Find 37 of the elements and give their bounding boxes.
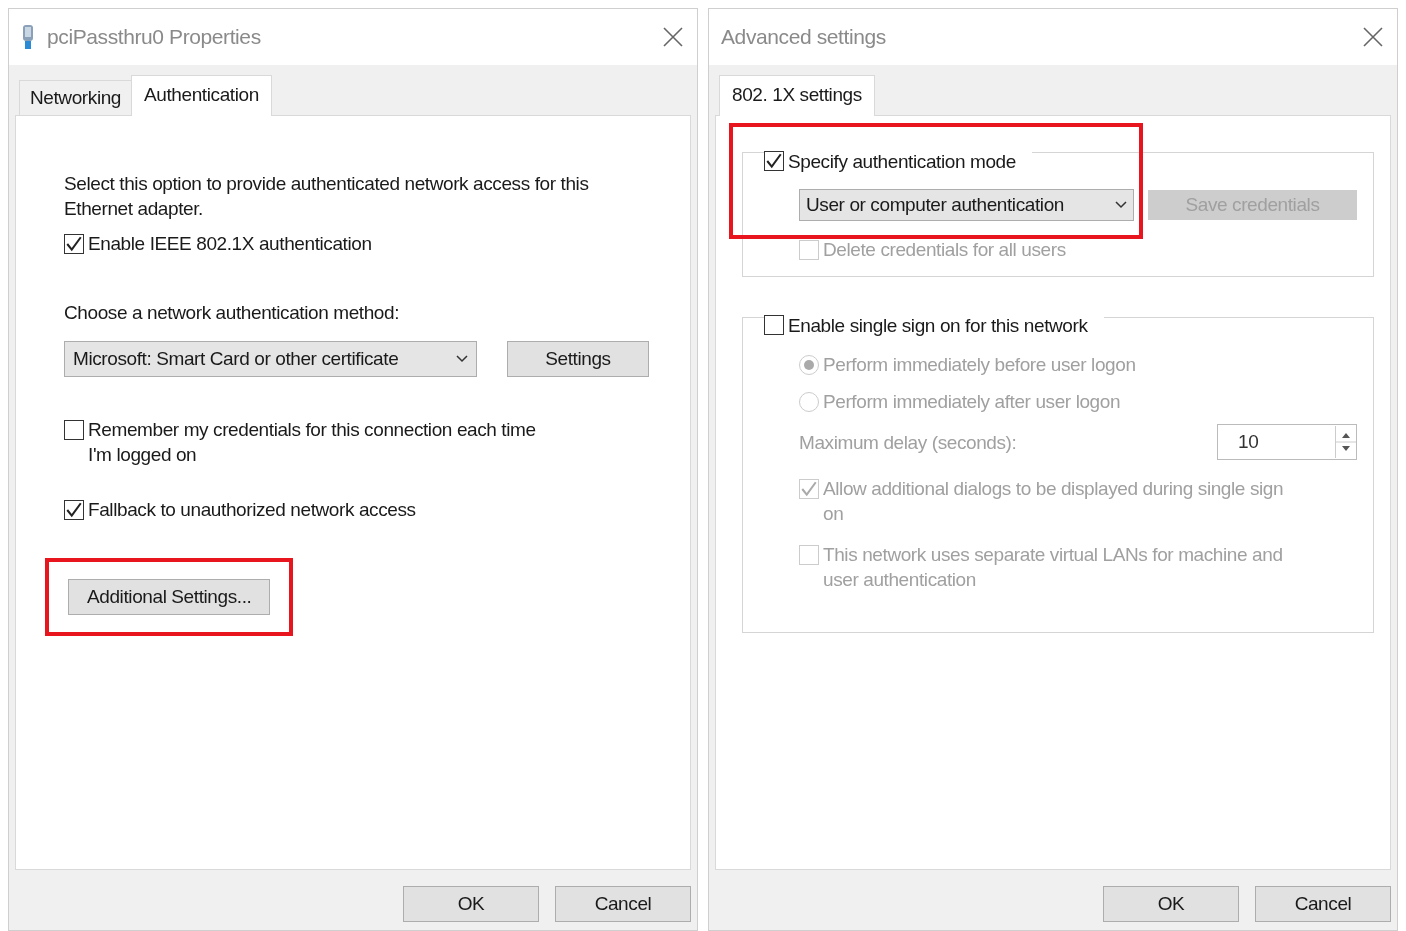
window-title: Advanced settings (721, 25, 887, 49)
checkbox-label: Fallback to unauthorized network access (88, 498, 416, 522)
checkbox-label: This network uses separate virtual LANs for machine and user authentication (823, 543, 1284, 592)
network-adapter-icon (21, 25, 35, 49)
checkbox[interactable] (764, 151, 784, 171)
settings-button[interactable]: Settings (507, 341, 649, 377)
checkbox-label: Enable IEEE 802.1X authentication (88, 232, 372, 256)
ok-button[interactable]: OK (403, 886, 539, 922)
delay-label: Maximum delay (seconds): (799, 430, 1017, 455)
spinner-arrows-icon[interactable] (1335, 426, 1356, 458)
cancel-button[interactable]: Cancel (555, 886, 691, 922)
additional-settings-button[interactable]: Additional Settings... (68, 579, 271, 615)
checkbox-label: Enable single sign on for this network (788, 313, 1088, 338)
description-text: Select this option to provide authenticated network access for this Ethernet adapter. (64, 172, 590, 221)
checkbox[interactable] (64, 499, 84, 520)
close-icon[interactable] (663, 27, 683, 47)
tab[interactable]: Authentication (131, 75, 272, 116)
checkbox-label: Delete credentials for all users (823, 238, 1066, 262)
window-title: pciPassthru0 Properties (47, 25, 262, 49)
checkbox-label: Specify authentication mode (788, 149, 1016, 174)
radio-label: Perform immediately before user logon (823, 353, 1136, 377)
checkbox[interactable] (764, 315, 784, 335)
tab[interactable]: 802. 1X settings (719, 75, 875, 116)
mode-dropdown[interactable]: User or computer authentication (799, 189, 1134, 221)
close-icon[interactable] (1363, 27, 1383, 47)
checkbox-label: Allow additional dialogs to be displayed during single sign on (823, 477, 1285, 526)
checkbox[interactable] (64, 420, 84, 440)
radio-label: Perform immediately after user logon (823, 390, 1121, 414)
cancel-button[interactable]: Cancel (1255, 886, 1391, 922)
tab[interactable]: Networking (19, 80, 133, 115)
method-dropdown[interactable]: Microsoft: Smart Card or other certificate (64, 341, 477, 377)
checkbox-label: Remember my credentials for this connection each time I'm logged on (88, 418, 537, 467)
caret-icon (1115, 201, 1127, 209)
ok-button[interactable]: OK (1103, 886, 1239, 922)
checkbox[interactable] (64, 233, 84, 254)
caret-icon (456, 355, 468, 363)
method-label: Choose a network authentication method: (64, 301, 401, 325)
